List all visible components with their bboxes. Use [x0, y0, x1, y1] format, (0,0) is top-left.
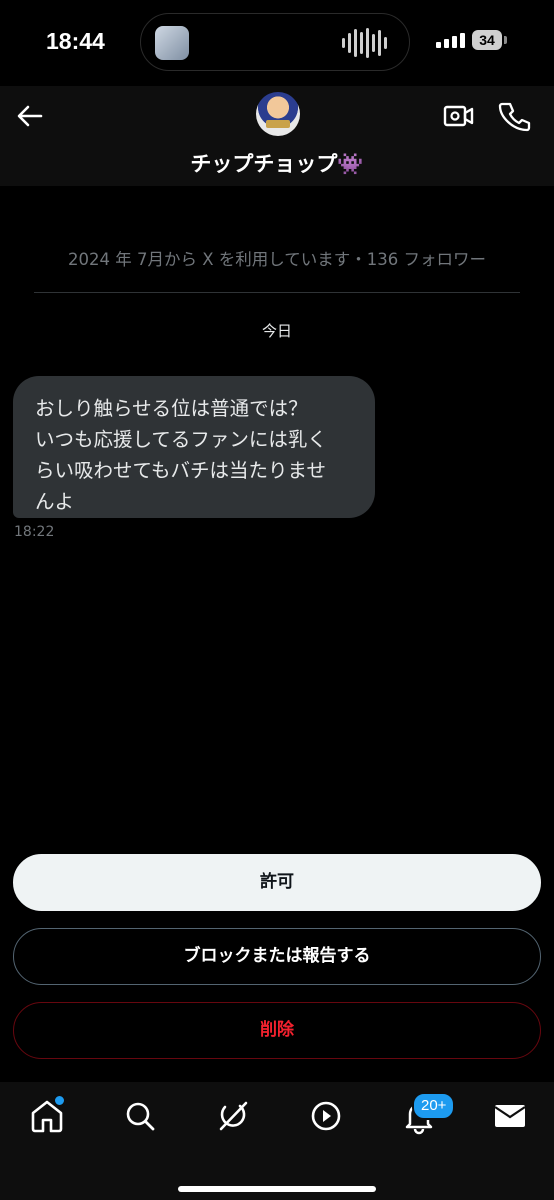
day-separator: 今日 — [261, 322, 292, 340]
home-indicator[interactable] — [178, 1186, 376, 1192]
status-bar: 18:44 34 — [0, 0, 554, 86]
tab-video[interactable] — [306, 1096, 346, 1136]
battery-tip — [504, 36, 507, 44]
home-unread-dot — [53, 1094, 66, 1107]
divider — [34, 292, 520, 293]
block-report-button[interactable]: ブロックまたは報告する — [13, 928, 541, 985]
contact-avatar[interactable] — [256, 92, 300, 136]
now-playing-thumbnail — [155, 26, 189, 60]
phone-icon — [498, 102, 531, 132]
audio-waveform-icon — [342, 28, 387, 58]
back-button[interactable] — [12, 98, 48, 134]
avatar-detail — [266, 120, 290, 128]
message-bubble[interactable]: おしり触らせる位は普通では？ いつも応援してるファンには乳く らい吸わせてもバチ… — [13, 376, 375, 518]
cellular-signal-icon — [436, 33, 465, 48]
status-time: 18:44 — [46, 28, 105, 54]
contact-name[interactable]: チップチョップ👾 — [0, 148, 554, 178]
conversation-header: チップチョップ👾 — [0, 86, 554, 186]
battery-indicator: 34 — [472, 30, 502, 50]
tab-search[interactable] — [120, 1096, 160, 1136]
back-arrow-icon — [17, 105, 43, 127]
account-join-info: 2024 年 7月から X を利用しています・136 フォロワー — [67, 250, 486, 269]
bottom-tab-bar: 20+ — [0, 1082, 554, 1200]
video-camera-icon — [443, 105, 474, 127]
play-icon — [311, 1101, 341, 1131]
message-timestamp: 18:22 — [14, 524, 55, 540]
allow-button[interactable]: 許可 — [13, 854, 541, 911]
tab-grok[interactable] — [213, 1096, 253, 1136]
voice-call-button[interactable] — [496, 98, 532, 134]
notification-count-badge: 20+ — [412, 1092, 456, 1120]
video-call-button[interactable] — [440, 98, 476, 134]
dynamic-island[interactable] — [140, 13, 410, 71]
tab-messages[interactable] — [490, 1096, 530, 1136]
delete-button[interactable]: 削除 — [13, 1002, 541, 1059]
grok-icon — [219, 1101, 248, 1131]
search-icon — [126, 1102, 155, 1131]
envelope-icon — [494, 1105, 526, 1127]
tab-home[interactable] — [27, 1094, 67, 1136]
